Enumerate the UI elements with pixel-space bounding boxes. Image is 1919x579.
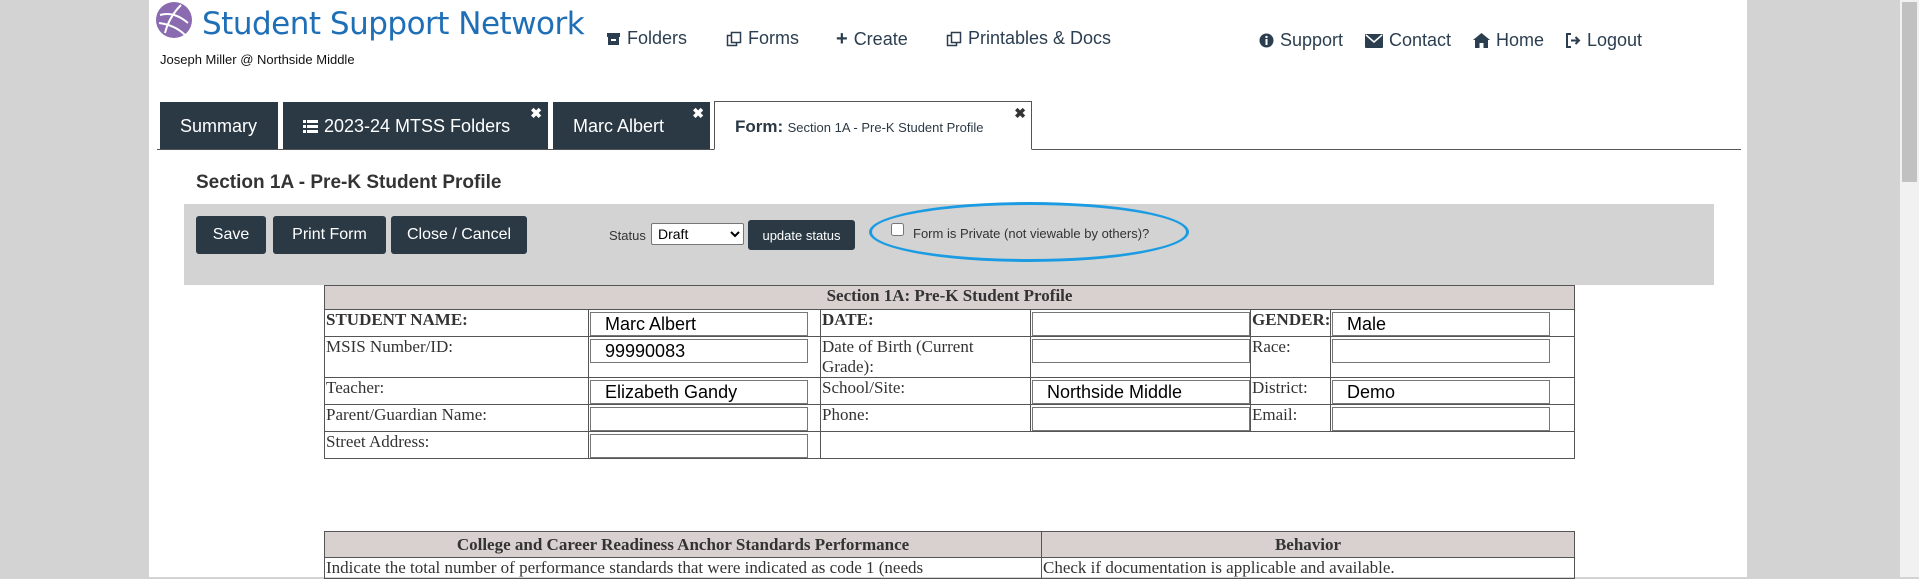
- folder-archive-icon: [607, 33, 620, 45]
- nav-home-label: Home: [1496, 30, 1545, 50]
- teacher-field[interactable]: [590, 380, 808, 404]
- parent-field[interactable]: [590, 407, 808, 431]
- standards-table: College and Career Readiness Anchor Stan…: [324, 531, 1575, 579]
- nav-folders-label: Folders: [627, 28, 688, 48]
- print-form-button[interactable]: Print Form: [273, 216, 386, 254]
- behavior-header: Behavior: [1041, 531, 1575, 558]
- nav-logout-label: Logout: [1587, 30, 1643, 50]
- profile-caption: Section 1A: Pre-K Student Profile: [323, 285, 1576, 310]
- tab-summary[interactable]: Summary: [160, 102, 278, 149]
- nav-contact-label: Contact: [1389, 30, 1452, 50]
- email-label: Email:: [1250, 404, 1331, 432]
- teacher-label: Teacher:: [324, 377, 589, 405]
- tab-mtss-folders-label: 2023-24 MTSS Folders: [324, 116, 511, 136]
- save-button[interactable]: Save: [196, 216, 266, 254]
- email-field[interactable]: [1332, 407, 1550, 431]
- nav-create[interactable]: + Create: [836, 28, 908, 51]
- private-label: Form is Private (not viewable by others)…: [913, 226, 1150, 241]
- tab-student-label: Marc Albert: [573, 116, 665, 136]
- profile-empty-cell: [819, 431, 1576, 459]
- student-name-label: STUDENT NAME:: [324, 309, 589, 337]
- update-status-button[interactable]: update status: [748, 220, 855, 250]
- logo-icon: [156, 2, 192, 38]
- race-field[interactable]: [1332, 339, 1550, 363]
- race-label: Race:: [1250, 336, 1331, 378]
- gender-field[interactable]: [1332, 312, 1550, 336]
- nav-contact[interactable]: Contact: [1365, 30, 1451, 51]
- school-field[interactable]: [1032, 380, 1250, 404]
- school-label: School/Site:: [820, 377, 1031, 405]
- tab-active-label: Form:: [735, 117, 784, 136]
- home-icon: [1473, 33, 1490, 48]
- parent-label: Parent/Guardian Name:: [324, 404, 589, 432]
- tab-active-sub: Section 1A - Pre-K Student Profile: [787, 120, 984, 135]
- address-label: Street Address:: [324, 431, 589, 459]
- plus-icon: +: [836, 28, 848, 50]
- close-tab-icon[interactable]: ✖: [692, 105, 704, 122]
- msis-label: MSIS Number/ID:: [324, 336, 589, 378]
- phone-field[interactable]: [1032, 407, 1250, 431]
- form-toolbar: Save Print Form Close / Cancel Status Dr…: [184, 202, 1714, 285]
- tab-active-form[interactable]: Form: Section 1A - Pre-K Student Profile…: [714, 101, 1032, 150]
- nav-support-label: Support: [1280, 30, 1344, 50]
- page-scrollbar[interactable]: [1900, 0, 1919, 577]
- tab-mtss-folders[interactable]: 2023-24 MTSS Folders ✖: [283, 102, 548, 149]
- list-icon: [303, 120, 318, 133]
- date-label: DATE:: [820, 309, 1031, 337]
- sign-out-icon: [1566, 33, 1581, 48]
- nav-folders[interactable]: Folders: [606, 28, 687, 49]
- nav-forms-label: Forms: [748, 28, 799, 48]
- envelope-icon: [1365, 33, 1383, 48]
- user-school-label: Joseph Miller @ Northside Middle: [160, 52, 355, 67]
- student-profile-table: Section 1A: Pre-K Student Profile STUDEN…: [323, 285, 1576, 459]
- status-select[interactable]: Draft: [651, 223, 744, 245]
- gender-label: GENDER:: [1250, 309, 1331, 337]
- district-label: District:: [1250, 377, 1331, 405]
- dob-label: Date of Birth (Current Grade):: [820, 336, 1031, 378]
- nav-printables[interactable]: Printables & Docs: [946, 28, 1111, 49]
- dob-field[interactable]: [1032, 339, 1250, 363]
- date-field[interactable]: [1032, 312, 1250, 336]
- close-tab-icon[interactable]: ✖: [1014, 105, 1026, 122]
- tab-student[interactable]: Marc Albert ✖: [553, 102, 710, 149]
- district-field[interactable]: [1332, 380, 1550, 404]
- address-field[interactable]: [590, 434, 808, 458]
- behavior-instructions: Check if documentation is applicable and…: [1041, 557, 1575, 579]
- student-name-field[interactable]: [590, 312, 808, 336]
- nav-home[interactable]: Home: [1473, 30, 1544, 51]
- private-checkbox[interactable]: [891, 223, 904, 236]
- nav-support[interactable]: Support: [1259, 30, 1343, 51]
- msis-field[interactable]: [590, 339, 808, 363]
- tab-summary-label: Summary: [180, 116, 258, 136]
- close-cancel-button[interactable]: Close / Cancel: [391, 216, 527, 254]
- nav-printables-label: Printables & Docs: [968, 28, 1112, 48]
- standards-instructions: Indicate the total number of performance…: [324, 557, 1042, 579]
- nav-logout[interactable]: Logout: [1565, 30, 1642, 51]
- standards-header: College and Career Readiness Anchor Stan…: [324, 531, 1042, 558]
- close-tab-icon[interactable]: ✖: [530, 105, 542, 122]
- page-title: Section 1A - Pre-K Student Profile: [196, 172, 502, 193]
- status-label: Status: [609, 228, 646, 243]
- copy-icon: [726, 31, 742, 46]
- app-title[interactable]: Student Support Network: [202, 6, 585, 42]
- info-icon: [1259, 33, 1274, 48]
- nav-forms[interactable]: Forms: [726, 28, 799, 49]
- nav-create-label: Create: [853, 29, 908, 49]
- phone-label: Phone:: [820, 404, 1031, 432]
- copy-icon: [946, 31, 962, 46]
- scrollbar-thumb[interactable]: [1902, 2, 1917, 182]
